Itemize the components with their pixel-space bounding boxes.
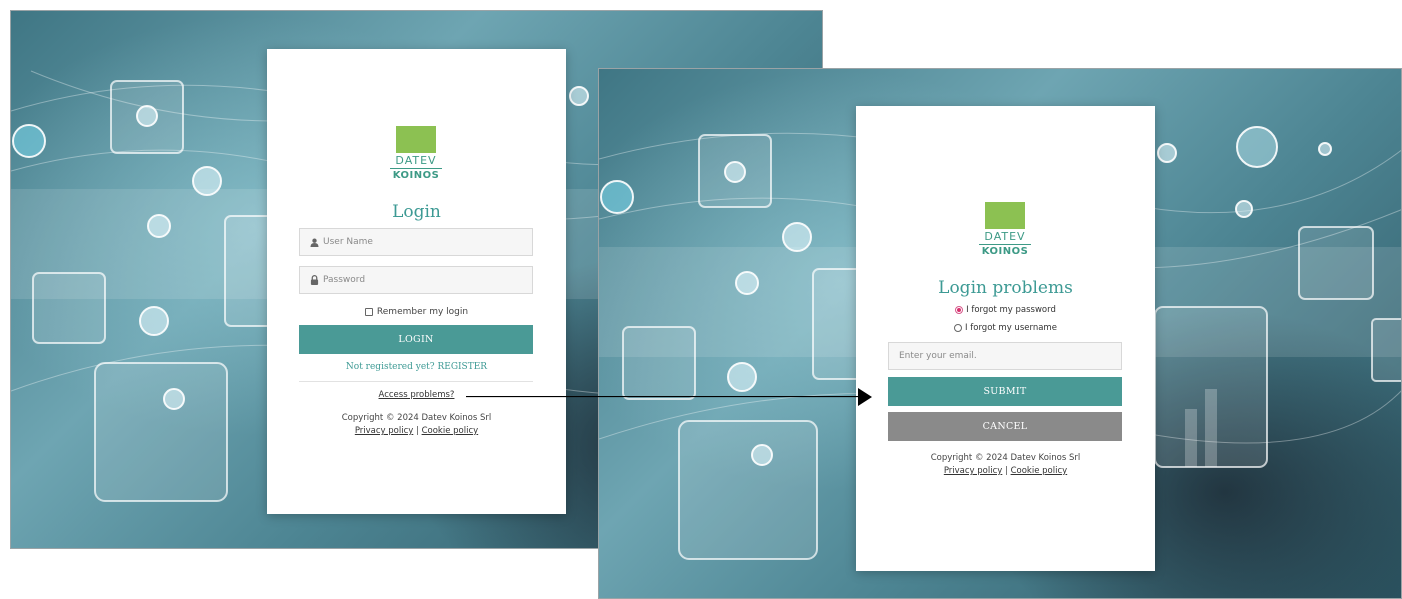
option-forgot-password-label: I forgot my password [966,305,1056,315]
copyright-text: Copyright © 2024 Datev Koinos Srl [930,453,1081,463]
radio-forgot-password[interactable] [955,306,964,314]
logo-green-square [985,202,1025,229]
option-forgot-password[interactable]: I forgot my password [856,305,1155,315]
access-problems-link[interactable]: Access problems? [379,390,455,400]
lock-icon [310,275,319,285]
option-forgot-username-label: I forgot my username [965,323,1057,333]
username-input[interactable] [319,237,532,247]
cookie-policy-link[interactable]: Cookie policy [422,426,479,436]
copyright-text: Copyright © 2024 Datev Koinos Srl [341,413,492,423]
username-field[interactable] [299,228,533,256]
page-title: Login [392,202,441,222]
divider [299,381,533,382]
arrow-head-icon [858,388,872,406]
privacy-policy-link[interactable]: Privacy policy [355,426,414,436]
email-field[interactable] [888,342,1122,370]
policy-links: Privacy policy | Cookie policy [856,466,1155,476]
policy-links: Privacy policy | Cookie policy [267,426,566,436]
logo-koinos-text: KOINOS [981,246,1029,257]
link-separator: | [1005,466,1008,476]
password-field[interactable] [299,266,533,294]
register-link[interactable]: Not registered yet? REGISTER [267,362,566,372]
remember-row: Remember my login [267,307,566,317]
login-button[interactable]: LOGIN [299,325,533,354]
user-icon [310,238,319,247]
logo-divider [390,168,442,169]
login-problems-card: DATEV KOINOS Login problems I forgot my … [856,106,1155,571]
option-forgot-username[interactable]: I forgot my username [856,323,1155,333]
logo-divider [979,244,1031,245]
cookie-policy-link[interactable]: Cookie policy [1011,466,1068,476]
logo-koinos-text: KOINOS [392,170,440,181]
cancel-button[interactable]: CANCEL [888,412,1122,441]
logo-datev-text: DATEV [395,154,437,167]
flow-arrow [466,396,862,398]
datev-koinos-logo: DATEV KOINOS [388,126,444,182]
link-separator: | [416,426,419,436]
remember-label: Remember my login [376,307,469,317]
datev-koinos-logo: DATEV KOINOS [977,202,1033,258]
logo-green-square [396,126,436,153]
logo-datev-text: DATEV [984,230,1026,243]
radio-forgot-username[interactable] [954,324,963,332]
page-title: Login problems [938,278,1073,298]
login-problems-screenshot: DATEV KOINOS Login problems I forgot my … [598,68,1402,599]
login-card: DATEV KOINOS Login Remember my login LOG… [267,49,566,514]
privacy-policy-link[interactable]: Privacy policy [944,466,1003,476]
remember-checkbox[interactable] [364,308,373,316]
password-input[interactable] [319,275,532,285]
email-input[interactable] [889,351,1121,361]
submit-button[interactable]: SUBMIT [888,377,1122,406]
